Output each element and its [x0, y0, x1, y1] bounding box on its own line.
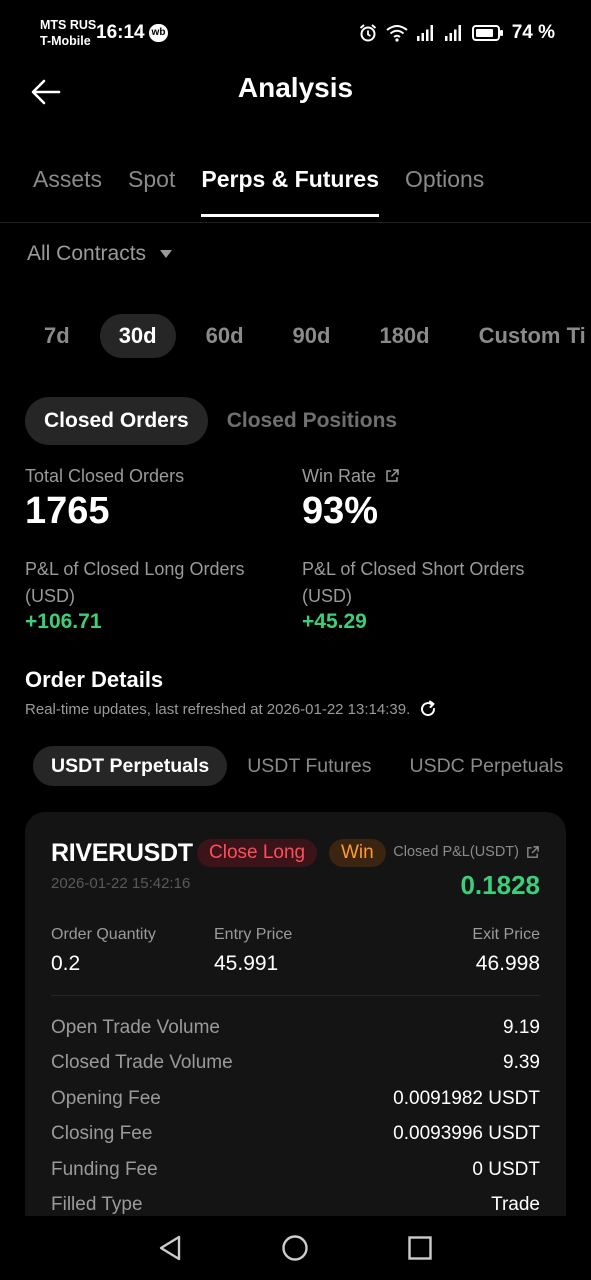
- detail-row-closed-trade-volume: Closed Trade Volume 9.39: [51, 1046, 540, 1082]
- tab-spot[interactable]: Spot: [128, 166, 175, 217]
- signal-icon: [444, 25, 461, 41]
- detail-row-open-trade-volume: Open Trade Volume 9.19: [51, 1010, 540, 1046]
- detail-label: Closed Trade Volume: [51, 1052, 233, 1074]
- period-60d[interactable]: 60d: [187, 314, 263, 358]
- app-notification-icon: wb: [149, 24, 168, 42]
- detail-row-filled-type: Filled Type Trade: [51, 1188, 540, 1217]
- battery-percent: 74 %: [511, 22, 555, 43]
- detail-row-funding-fee: Funding Fee 0 USDT: [51, 1152, 540, 1188]
- stat-long-pnl: P&L of Closed Long Orders (USD) +106.71: [25, 556, 244, 634]
- detail-value: 9.39: [503, 1052, 540, 1074]
- order-details-subtitle: Real-time updates, last refreshed at 202…: [25, 699, 438, 719]
- carrier-primary: MTS RUS: [40, 18, 97, 32]
- detail-label: Open Trade Volume: [51, 1016, 220, 1038]
- carrier-secondary: T-Mobile: [40, 34, 91, 48]
- exit-price-label: Exit Price: [472, 926, 540, 943]
- entry-price-label: Entry Price: [214, 926, 293, 943]
- tab-options[interactable]: Options: [405, 166, 484, 217]
- order-detail-rows: Open Trade Volume 9.19 Closed Trade Volu…: [51, 1010, 540, 1216]
- stat-value: 1765: [25, 490, 110, 532]
- exit-price-value: 46.998: [475, 952, 540, 975]
- signal-icon: [416, 25, 433, 41]
- stat-label: Win Rate: [302, 466, 377, 486]
- detail-label: Funding Fee: [51, 1158, 158, 1180]
- alarm-icon: [359, 24, 376, 42]
- status-icons: 74 %: [358, 22, 555, 44]
- stat-label: P&L of Closed Long Orders: [25, 559, 245, 579]
- order-timestamp: 2026-01-22 15:42:16: [51, 875, 191, 892]
- detail-value: 0.0091982 USDT: [393, 1087, 540, 1109]
- period-30d[interactable]: 30d: [99, 314, 176, 358]
- status-time: 16:14: [96, 22, 145, 43]
- tab-perps-futures[interactable]: Perps & Futures: [201, 166, 379, 217]
- wifi-icon: [386, 25, 408, 42]
- recents-square-icon: [408, 1236, 432, 1260]
- segment-closed-positions[interactable]: Closed Positions: [208, 397, 416, 445]
- subtab-usdc-perpetuals[interactable]: USDC Perpetuals: [391, 746, 581, 786]
- period-90d[interactable]: 90d: [274, 314, 350, 358]
- order-quantity-value: 0.2: [51, 952, 81, 975]
- subtab-usdt-futures[interactable]: USDT Futures: [229, 746, 389, 786]
- closed-pnl-label[interactable]: Closed P&L(USDT): [393, 844, 540, 860]
- contract-type-tabs: USDT Perpetuals USDT Futures USDC Perpet…: [33, 746, 583, 786]
- nav-recents-button[interactable]: [400, 1230, 440, 1266]
- stat-short-pnl: P&L of Closed Short Orders (USD) +45.29: [302, 556, 524, 634]
- nav-back-button[interactable]: [150, 1230, 190, 1266]
- refresh-status-text: Real-time updates, last refreshed at 202…: [25, 700, 411, 718]
- order-card[interactable]: RIVERUSDT Close Long Win Closed P&L(USDT…: [25, 812, 566, 1216]
- segment-closed-orders[interactable]: Closed Orders: [25, 397, 208, 445]
- detail-value: Trade: [491, 1194, 540, 1216]
- detail-row-closing-fee: Closing Fee 0.0093996 USDT: [51, 1117, 540, 1153]
- stat-label-unit: (USD): [302, 586, 352, 606]
- refresh-icon[interactable]: [418, 699, 438, 719]
- tab-assets[interactable]: Assets: [33, 166, 102, 217]
- entry-price-value: 45.991: [214, 952, 279, 975]
- closed-pnl-label-text: Closed P&L(USDT): [393, 844, 519, 860]
- detail-value: 0.0093996 USDT: [393, 1123, 540, 1145]
- period-180d[interactable]: 180d: [360, 314, 448, 358]
- contract-filter-dropdown[interactable]: All Contracts: [27, 242, 173, 266]
- detail-label: Filled Type: [51, 1194, 143, 1216]
- detail-label: Closing Fee: [51, 1123, 153, 1145]
- battery-icon: [471, 25, 503, 41]
- detail-label: Opening Fee: [51, 1087, 161, 1109]
- page-title: Analysis: [237, 72, 354, 103]
- home-circle-icon: [282, 1235, 308, 1261]
- stat-label-row: Win Rate: [302, 463, 400, 490]
- stat-total-closed-orders: Total Closed Orders 1765: [25, 463, 184, 533]
- period-7d[interactable]: 7d: [25, 314, 89, 358]
- period-custom[interactable]: Custom Ti: [460, 314, 591, 358]
- orders-positions-toggle: Closed Orders Closed Positions: [25, 397, 416, 445]
- contract-filter-value: All Contracts: [27, 242, 147, 265]
- stat-label: P&L of Closed Short Orders: [302, 559, 525, 579]
- order-quantity-label: Order Quantity: [51, 926, 156, 943]
- stat-label-unit: (USD): [25, 586, 75, 606]
- external-link-icon: [527, 845, 539, 858]
- tabs-divider: [0, 222, 591, 223]
- nav-home-button[interactable]: [275, 1230, 315, 1266]
- result-badge: Win: [329, 839, 386, 867]
- caret-down-icon: [160, 250, 173, 258]
- back-triangle-icon: [159, 1235, 181, 1261]
- card-divider: [51, 995, 540, 996]
- stat-value: +106.71: [25, 610, 102, 633]
- order-symbol: RIVERUSDT: [51, 839, 193, 867]
- stat-value: 93%: [302, 490, 379, 532]
- external-link-icon[interactable]: [384, 468, 400, 484]
- stat-label: Total Closed Orders: [25, 466, 185, 486]
- subtab-usdt-perpetuals[interactable]: USDT Perpetuals: [33, 746, 228, 786]
- closed-pnl-value: 0.1828: [460, 870, 540, 900]
- side-badge: Close Long: [197, 839, 318, 867]
- stat-win-rate: Win Rate 93%: [302, 463, 400, 533]
- period-selector: 7d 30d 60d 90d 180d Custom Ti: [25, 314, 591, 358]
- detail-value: 9.19: [503, 1016, 540, 1038]
- carrier-label: MTS RUS T-Mobile: [40, 17, 96, 49]
- stat-value: +45.29: [302, 610, 367, 633]
- detail-row-opening-fee: Opening Fee 0.0091982 USDT: [51, 1081, 540, 1117]
- detail-value: 0 USDT: [472, 1158, 540, 1180]
- order-details-title: Order Details: [25, 667, 164, 692]
- category-tabs: Assets Spot Perps & Futures Options: [33, 166, 484, 217]
